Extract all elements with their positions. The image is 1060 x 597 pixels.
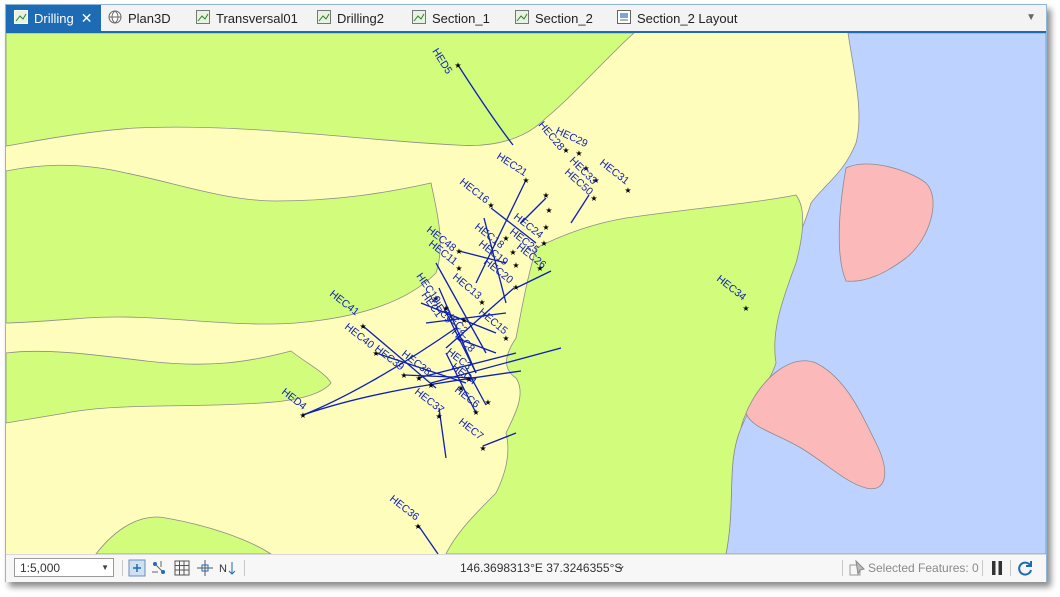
selected-features-count: Selected Features: 0 xyxy=(868,561,979,575)
svg-text:★: ★ xyxy=(512,283,519,292)
separator xyxy=(842,560,843,576)
close-icon[interactable]: ✕ xyxy=(81,10,93,27)
svg-text:★: ★ xyxy=(427,381,434,390)
chevron-down-icon[interactable]: ⌄ xyxy=(616,558,626,572)
svg-text:★: ★ xyxy=(454,61,461,70)
tab-drilling2[interactable]: Drilling2 xyxy=(317,5,384,31)
grid-icon[interactable] xyxy=(173,559,191,577)
chevron-down-icon: ▼ xyxy=(101,563,109,572)
map-view-icon xyxy=(515,9,529,27)
separator xyxy=(982,560,983,576)
svg-text:★: ★ xyxy=(414,522,421,531)
map-view-icon xyxy=(14,9,28,27)
north-arrow-icon[interactable]: N xyxy=(218,559,236,577)
scale-dropdown[interactable]: 1:5,000 ▼ xyxy=(14,558,114,577)
tab-label: Drilling2 xyxy=(337,10,384,26)
svg-text:★: ★ xyxy=(512,261,519,270)
tab-label: Section_2 xyxy=(535,10,593,26)
pause-icon[interactable] xyxy=(988,559,1006,577)
crosshair-icon[interactable] xyxy=(196,559,214,577)
refresh-icon[interactable] xyxy=(1016,559,1034,577)
tab-drilling[interactable]: Drilling ✕ xyxy=(6,5,101,31)
layout-icon xyxy=(617,9,631,27)
svg-text:★: ★ xyxy=(742,304,749,313)
coordinate-readout: 146.3698313°E 37.3246355°S xyxy=(460,561,623,575)
tab-label: Plan3D xyxy=(128,10,171,26)
svg-text:★: ★ xyxy=(400,371,407,380)
map-view-icon xyxy=(196,9,210,27)
svg-text:★: ★ xyxy=(590,194,597,203)
map-view-icon xyxy=(412,9,426,27)
svg-text:★: ★ xyxy=(299,411,306,420)
tab-overflow-dropdown[interactable]: ▼ xyxy=(1026,12,1036,23)
svg-text:★: ★ xyxy=(542,191,549,200)
svg-text:★: ★ xyxy=(545,206,552,215)
fixed-zoom-icon[interactable] xyxy=(128,559,146,577)
tab-section-2-layout[interactable]: Section_2 Layout xyxy=(617,5,737,31)
svg-text:N: N xyxy=(219,563,227,575)
status-bar: 1:5,000 ▼ N 146.3698313°E 37.3246355°S ⌄… xyxy=(6,554,1046,582)
separator xyxy=(1010,560,1011,576)
tab-label: Drilling xyxy=(34,10,74,26)
svg-text:★: ★ xyxy=(479,444,486,453)
map-view-window: Drilling ✕ Plan3D Transversal01 Drilling… xyxy=(5,4,1047,582)
tab-section-2[interactable]: Section_2 xyxy=(515,5,593,31)
tab-section-1[interactable]: Section_1 xyxy=(412,5,490,31)
view-tab-bar: Drilling ✕ Plan3D Transversal01 Drilling… xyxy=(6,5,1046,33)
tab-transversal01[interactable]: Transversal01 xyxy=(196,5,298,31)
selected-features-icon[interactable] xyxy=(848,559,866,577)
svg-text:★: ★ xyxy=(487,201,494,210)
geology-map: ★★★ ★★★ ★★★ ★★★ ★★★ ★★★ ★★★ ★★★ ★★★ ★ ★★ … xyxy=(6,33,1046,554)
separator xyxy=(122,560,123,576)
svg-text:★: ★ xyxy=(540,239,547,248)
map-view-icon xyxy=(317,9,331,27)
separator xyxy=(244,560,245,576)
tab-label: Section_1 xyxy=(432,10,490,26)
globe-scene-icon xyxy=(108,10,122,27)
tab-label: Transversal01 xyxy=(216,10,298,26)
snapping-icon[interactable] xyxy=(150,559,168,577)
svg-text:★: ★ xyxy=(502,334,509,343)
scale-value: 1:5,000 xyxy=(20,560,61,575)
map-canvas[interactable]: ★ ★ ★ ★ ★ ★ ★ ★ ★ ★ ★ ★ ★ ★ ★ ★ ★ ★ ★ ★ ★ ★ ★ ★ ★ ★ ★ ★ ★ ★ … xyxy=(6,33,1046,554)
tab-label: Section_2 Layout xyxy=(637,10,738,26)
svg-text:★: ★ xyxy=(624,186,631,195)
svg-text:★: ★ xyxy=(415,374,422,383)
tab-plan3d[interactable]: Plan3D xyxy=(108,5,171,31)
svg-text:★: ★ xyxy=(484,398,491,407)
